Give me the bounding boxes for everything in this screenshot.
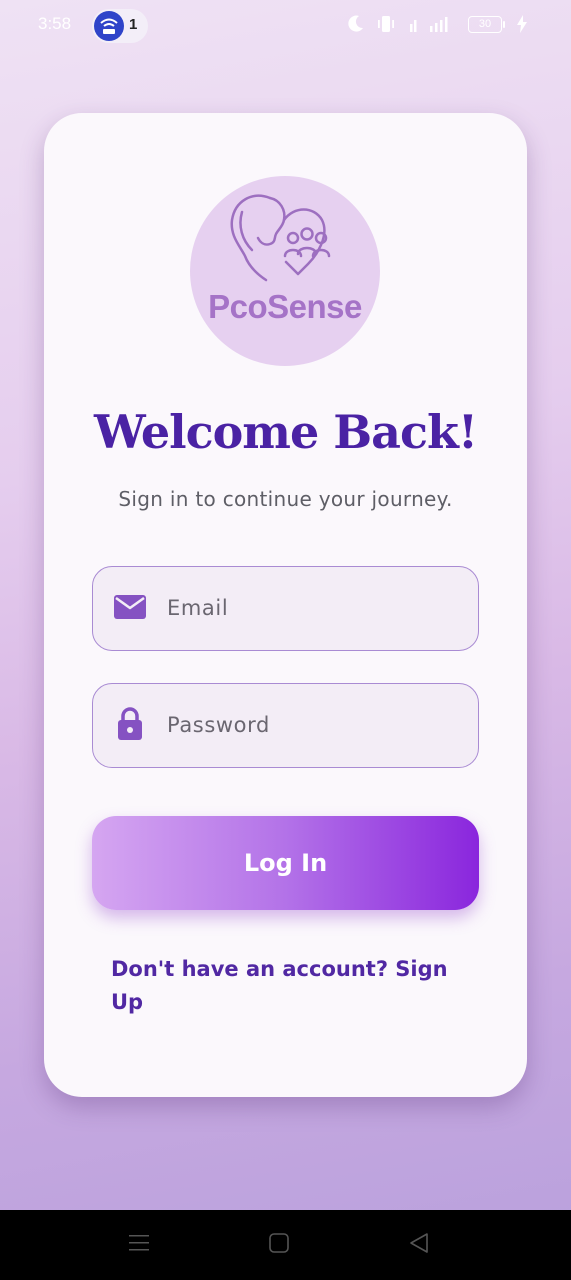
status-bar: 3:58 1 30 bbox=[0, 0, 571, 52]
app-logo: PcoSense bbox=[190, 176, 380, 366]
notification-count: 1 bbox=[129, 16, 138, 33]
charging-icon bbox=[517, 15, 527, 33]
vibrate-icon bbox=[378, 16, 394, 32]
hotspot-notification[interactable]: 1 bbox=[92, 9, 148, 43]
navigation-bar bbox=[0, 1210, 571, 1280]
logo-text: PcoSense bbox=[208, 288, 362, 325]
page-subtitle: Sign in to continue your journey. bbox=[118, 487, 453, 511]
hotspot-icon bbox=[94, 11, 124, 41]
mail-icon bbox=[114, 595, 146, 619]
back-icon[interactable] bbox=[408, 1232, 430, 1254]
battery-icon: 30 bbox=[468, 15, 505, 33]
login-button[interactable]: Log In bbox=[92, 816, 479, 910]
email-field[interactable] bbox=[92, 566, 479, 651]
password-field[interactable] bbox=[92, 683, 479, 768]
menu-icon[interactable] bbox=[128, 1232, 150, 1254]
signal-icon bbox=[410, 17, 448, 32]
status-time: 3:58 bbox=[38, 14, 72, 33]
status-icons: 30 bbox=[348, 14, 527, 34]
signup-link[interactable]: Don't have an account? Sign Up bbox=[111, 953, 471, 1019]
moon-icon bbox=[348, 15, 363, 32]
email-input[interactable] bbox=[167, 567, 467, 649]
home-icon[interactable] bbox=[268, 1232, 290, 1254]
login-card: PcoSense Welcome Back! Sign in to contin… bbox=[44, 113, 527, 1097]
woman-heart-family-icon bbox=[230, 194, 331, 282]
battery-level: 30 bbox=[468, 15, 502, 33]
page-title: Welcome Back! bbox=[93, 405, 478, 459]
lock-icon bbox=[118, 707, 142, 740]
password-input[interactable] bbox=[167, 684, 467, 766]
